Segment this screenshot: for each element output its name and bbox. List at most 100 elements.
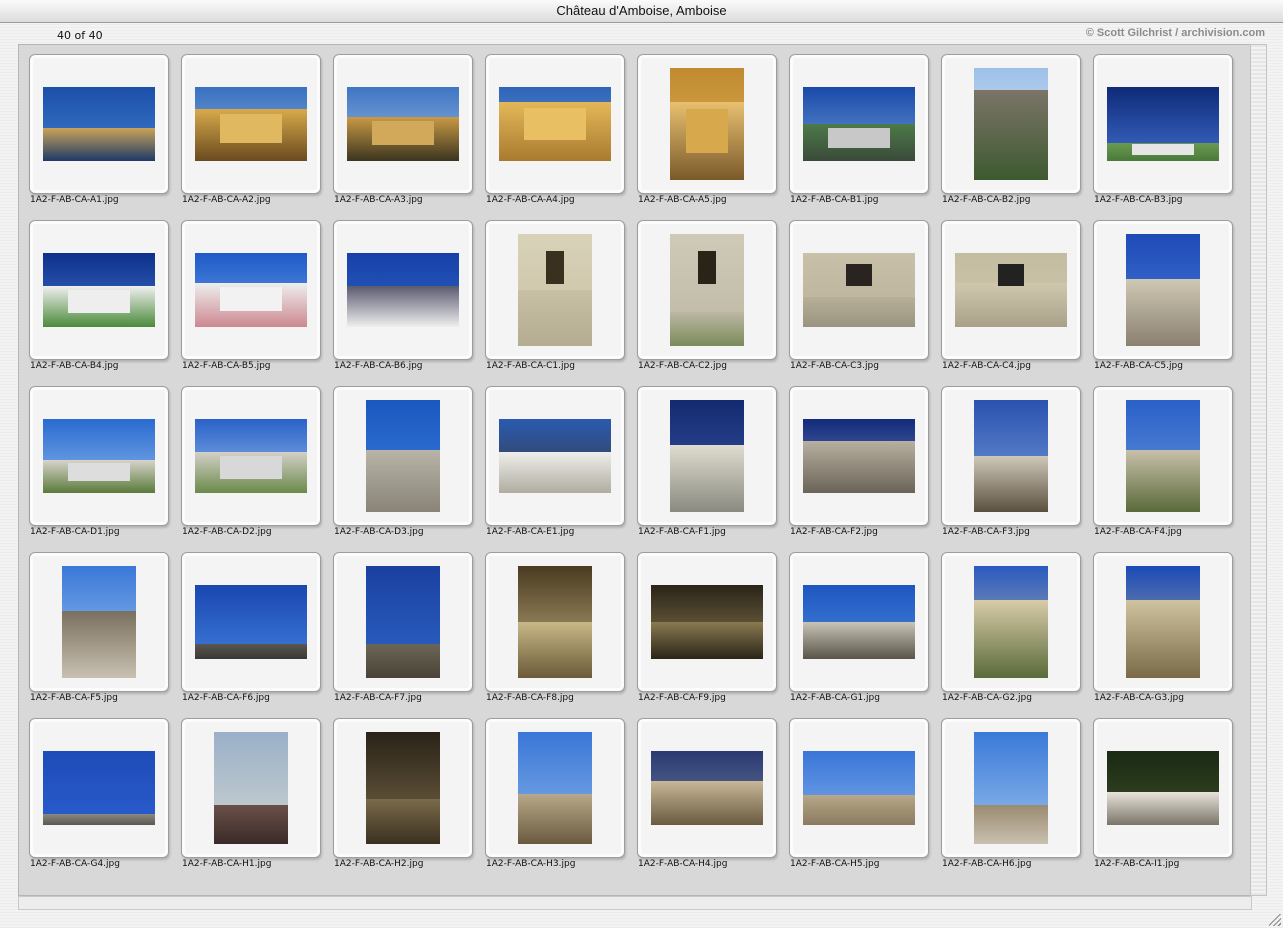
thumbnail-image[interactable] xyxy=(195,419,307,493)
slide-frame[interactable] xyxy=(941,220,1081,360)
thumbnail-image[interactable] xyxy=(803,585,915,659)
thumbnail-filename[interactable]: 1A2-F-AB-CA-C3.jpg xyxy=(790,361,879,371)
thumbnail-cell[interactable]: 1A2-F-AB-CA-F6.jpg xyxy=(175,543,327,709)
slide-frame[interactable] xyxy=(333,220,473,360)
thumbnail-cell[interactable]: 1A2-F-AB-CA-C1.jpg xyxy=(479,211,631,377)
thumbnail-cell[interactable]: 1A2-F-AB-CA-G3.jpg xyxy=(1087,543,1239,709)
thumbnail-filename[interactable]: 1A2-F-AB-CA-F2.jpg xyxy=(790,527,878,537)
thumbnail-image[interactable] xyxy=(803,751,915,825)
thumbnail-cell[interactable]: 1A2-F-AB-CA-A1.jpg xyxy=(23,45,175,211)
thumbnail-image[interactable] xyxy=(195,253,307,327)
thumbnail-cell[interactable]: 1A2-F-AB-CA-H6.jpg xyxy=(935,709,1087,875)
thumbnail-cell[interactable]: 1A2-F-AB-CA-H5.jpg xyxy=(783,709,935,875)
thumbnail-filename[interactable]: 1A2-F-AB-CA-A1.jpg xyxy=(30,195,119,205)
slide-frame[interactable] xyxy=(1093,54,1233,194)
slide-frame[interactable] xyxy=(1093,220,1233,360)
thumbnail-image[interactable] xyxy=(62,566,136,678)
thumbnail-filename[interactable]: 1A2-F-AB-CA-E1.jpg xyxy=(486,527,574,537)
thumbnail-image[interactable] xyxy=(195,585,307,659)
thumbnail-cell[interactable]: 1A2-F-AB-CA-B3.jpg xyxy=(1087,45,1239,211)
thumbnail-filename[interactable]: 1A2-F-AB-CA-C4.jpg xyxy=(942,361,1031,371)
resize-grip-icon[interactable] xyxy=(1269,914,1281,926)
thumbnail-filename[interactable]: 1A2-F-AB-CA-A5.jpg xyxy=(638,195,727,205)
slide-frame[interactable] xyxy=(29,718,169,858)
thumbnail-image[interactable] xyxy=(651,585,763,659)
slide-frame[interactable] xyxy=(941,54,1081,194)
thumbnail-cell[interactable]: 1A2-F-AB-CA-G1.jpg xyxy=(783,543,935,709)
slide-frame[interactable] xyxy=(637,718,777,858)
thumbnail-cell[interactable]: 1A2-F-AB-CA-D3.jpg xyxy=(327,377,479,543)
slide-frame[interactable] xyxy=(637,552,777,692)
thumbnail-image[interactable] xyxy=(955,253,1067,327)
thumbnail-filename[interactable]: 1A2-F-AB-CA-G4.jpg xyxy=(30,859,120,869)
thumbnail-cell[interactable]: 1A2-F-AB-CA-G2.jpg xyxy=(935,543,1087,709)
slide-frame[interactable] xyxy=(29,552,169,692)
thumbnail-cell[interactable]: 1A2-F-AB-CA-C3.jpg xyxy=(783,211,935,377)
vertical-scrollbar[interactable] xyxy=(1250,44,1267,896)
thumbnail-cell[interactable]: 1A2-F-AB-CA-F9.jpg xyxy=(631,543,783,709)
thumbnail-image[interactable] xyxy=(803,253,915,327)
thumbnail-cell[interactable]: 1A2-F-AB-CA-B6.jpg xyxy=(327,211,479,377)
slide-frame[interactable] xyxy=(485,220,625,360)
thumbnail-image[interactable] xyxy=(366,400,440,512)
slide-frame[interactable] xyxy=(181,718,321,858)
thumbnail-filename[interactable]: 1A2-F-AB-CA-F9.jpg xyxy=(638,693,726,703)
slide-frame[interactable] xyxy=(333,54,473,194)
thumbnail-image[interactable] xyxy=(499,87,611,161)
slide-frame[interactable] xyxy=(1093,552,1233,692)
thumbnail-filename[interactable]: 1A2-F-AB-CA-F8.jpg xyxy=(486,693,574,703)
thumbnail-cell[interactable]: 1A2-F-AB-CA-F3.jpg xyxy=(935,377,1087,543)
slide-frame[interactable] xyxy=(181,54,321,194)
slide-frame[interactable] xyxy=(29,54,169,194)
slide-frame[interactable] xyxy=(637,386,777,526)
slide-frame[interactable] xyxy=(637,54,777,194)
thumbnail-cell[interactable]: 1A2-F-AB-CA-B4.jpg xyxy=(23,211,175,377)
thumbnail-filename[interactable]: 1A2-F-AB-CA-G3.jpg xyxy=(1094,693,1184,703)
thumbnail-cell[interactable]: 1A2-F-AB-CA-A5.jpg xyxy=(631,45,783,211)
slide-frame[interactable] xyxy=(181,552,321,692)
thumbnail-filename[interactable]: 1A2-F-AB-CA-H6.jpg xyxy=(942,859,1031,869)
slide-frame[interactable] xyxy=(637,220,777,360)
thumbnail-image[interactable] xyxy=(366,732,440,844)
thumbnail-cell[interactable]: 1A2-F-AB-CA-C2.jpg xyxy=(631,211,783,377)
thumbnail-image[interactable] xyxy=(803,419,915,493)
thumbnail-image[interactable] xyxy=(499,419,611,493)
thumbnail-image[interactable] xyxy=(974,732,1048,844)
thumbnail-filename[interactable]: 1A2-F-AB-CA-B3.jpg xyxy=(1094,195,1183,205)
thumbnail-cell[interactable]: 1A2-F-AB-CA-H1.jpg xyxy=(175,709,327,875)
thumbnail-cell[interactable]: 1A2-F-AB-CA-B2.jpg xyxy=(935,45,1087,211)
thumbnail-image[interactable] xyxy=(803,87,915,161)
thumbnail-cell[interactable]: 1A2-F-AB-CA-F5.jpg xyxy=(23,543,175,709)
thumbnail-cell[interactable]: 1A2-F-AB-CA-F2.jpg xyxy=(783,377,935,543)
thumbnail-filename[interactable]: 1A2-F-AB-CA-A4.jpg xyxy=(486,195,575,205)
thumbnail-image[interactable] xyxy=(43,419,155,493)
slide-frame[interactable] xyxy=(1093,386,1233,526)
thumbnail-cell[interactable]: 1A2-F-AB-CA-F1.jpg xyxy=(631,377,783,543)
thumbnail-filename[interactable]: 1A2-F-AB-CA-D2.jpg xyxy=(182,527,272,537)
slide-frame[interactable] xyxy=(29,220,169,360)
thumbnail-image[interactable] xyxy=(214,732,288,844)
thumbnail-filename[interactable]: 1A2-F-AB-CA-B1.jpg xyxy=(790,195,879,205)
slide-frame[interactable] xyxy=(181,386,321,526)
thumbnail-filename[interactable]: 1A2-F-AB-CA-F3.jpg xyxy=(942,527,1030,537)
slide-frame[interactable] xyxy=(485,386,625,526)
thumbnail-image[interactable] xyxy=(43,751,155,825)
thumbnail-filename[interactable]: 1A2-F-AB-CA-D1.jpg xyxy=(30,527,120,537)
thumbnail-image[interactable] xyxy=(347,253,459,327)
thumbnail-filename[interactable]: 1A2-F-AB-CA-C5.jpg xyxy=(1094,361,1183,371)
thumbnail-filename[interactable]: 1A2-F-AB-CA-I1.jpg xyxy=(1094,859,1179,869)
slide-frame[interactable] xyxy=(1093,718,1233,858)
slide-frame[interactable] xyxy=(485,718,625,858)
thumbnail-image[interactable] xyxy=(43,87,155,161)
thumbnail-cell[interactable]: 1A2-F-AB-CA-B1.jpg xyxy=(783,45,935,211)
slide-frame[interactable] xyxy=(333,386,473,526)
thumbnail-filename[interactable]: 1A2-F-AB-CA-C1.jpg xyxy=(486,361,575,371)
slide-frame[interactable] xyxy=(789,552,929,692)
thumbnail-filename[interactable]: 1A2-F-AB-CA-C2.jpg xyxy=(638,361,727,371)
thumbnail-filename[interactable]: 1A2-F-AB-CA-F6.jpg xyxy=(182,693,270,703)
thumbnail-filename[interactable]: 1A2-F-AB-CA-D3.jpg xyxy=(334,527,424,537)
thumbnail-filename[interactable]: 1A2-F-AB-CA-H1.jpg xyxy=(182,859,271,869)
thumbnail-cell[interactable]: 1A2-F-AB-CA-E1.jpg xyxy=(479,377,631,543)
thumbnail-cell[interactable]: 1A2-F-AB-CA-A3.jpg xyxy=(327,45,479,211)
slide-frame[interactable] xyxy=(333,552,473,692)
